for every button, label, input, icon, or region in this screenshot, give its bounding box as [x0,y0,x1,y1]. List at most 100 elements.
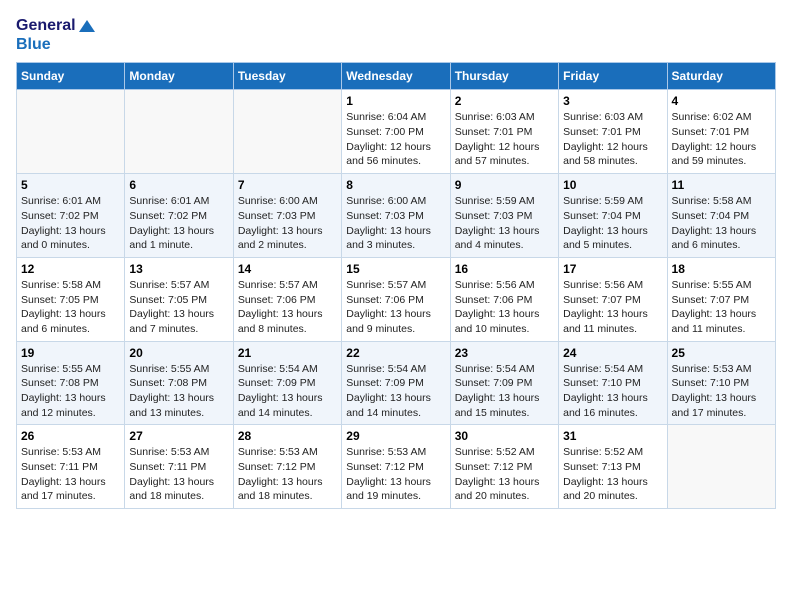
day-number: 1 [346,94,445,108]
day-info: Sunrise: 5:55 AM Sunset: 7:08 PM Dayligh… [21,362,120,421]
day-info: Sunrise: 5:55 AM Sunset: 7:08 PM Dayligh… [129,362,228,421]
day-info: Sunrise: 6:00 AM Sunset: 7:03 PM Dayligh… [238,194,337,253]
calendar-cell: 2 Sunrise: 6:03 AM Sunset: 7:01 PM Daylig… [450,90,558,174]
weekday-header-wednesday: Wednesday [342,63,450,90]
calendar-cell: 19 Sunrise: 5:55 AM Sunset: 7:08 PM Dayli… [17,341,125,425]
calendar-cell: 6Sunrise: 6:01 AM Sunset: 7:02 PM Daylig… [125,174,233,258]
day-number: 15 [346,262,445,276]
calendar-week-row: 1 Sunrise: 6:04 AM Sunset: 7:00 PM Daylig… [17,90,776,174]
calendar-cell: 24 Sunrise: 5:54 AM Sunset: 7:10 PM Dayli… [559,341,667,425]
weekday-header-monday: Monday [125,63,233,90]
calendar-cell: 17Sunrise: 5:56 AM Sunset: 7:07 PM Dayli… [559,257,667,341]
day-info: Sunrise: 5:57 AM Sunset: 7:06 PM Dayligh… [346,278,445,337]
day-info: Sunrise: 6:01 AM Sunset: 7:02 PM Dayligh… [129,194,228,253]
day-info: Sunrise: 5:59 AM Sunset: 7:04 PM Dayligh… [563,194,662,253]
calendar-cell: 22 Sunrise: 5:54 AM Sunset: 7:09 PM Dayli… [342,341,450,425]
day-info: Sunrise: 5:54 AM Sunset: 7:09 PM Dayligh… [346,362,445,421]
day-number: 22 [346,346,445,360]
calendar-cell: 31 Sunrise: 5:52 AM Sunset: 7:13 PM Dayli… [559,425,667,509]
day-info: Sunrise: 5:58 AM Sunset: 7:04 PM Dayligh… [672,194,771,253]
day-info: Sunrise: 5:52 AM Sunset: 7:12 PM Dayligh… [455,445,554,504]
day-info: Sunrise: 5:54 AM Sunset: 7:09 PM Dayligh… [238,362,337,421]
day-number: 19 [21,346,120,360]
calendar-week-row: 12 Sunrise: 5:58 AM Sunset: 7:05 PM Dayli… [17,257,776,341]
day-info: Sunrise: 5:54 AM Sunset: 7:10 PM Dayligh… [563,362,662,421]
calendar-cell: 7 Sunrise: 6:00 AM Sunset: 7:03 PM Daylig… [233,174,341,258]
calendar-cell: 18 Sunrise: 5:55 AM Sunset: 7:07 PM Dayli… [667,257,775,341]
calendar-cell [125,90,233,174]
day-info: Sunrise: 5:53 AM Sunset: 7:12 PM Dayligh… [238,445,337,504]
calendar-cell: 4 Sunrise: 6:02 AM Sunset: 7:01 PM Daylig… [667,90,775,174]
calendar-cell: 15 Sunrise: 5:57 AM Sunset: 7:06 PM Dayli… [342,257,450,341]
day-number: 28 [238,429,337,443]
day-number: 25 [672,346,771,360]
day-number: 29 [346,429,445,443]
calendar-cell: 12 Sunrise: 5:58 AM Sunset: 7:05 PM Dayli… [17,257,125,341]
weekday-header-thursday: Thursday [450,63,558,90]
day-info: Sunrise: 5:55 AM Sunset: 7:07 PM Dayligh… [672,278,771,337]
calendar-header-row: SundayMondayTuesdayWednesdayThursdayFrid… [17,63,776,90]
calendar-table: SundayMondayTuesdayWednesdayThursdayFrid… [16,62,776,509]
calendar-cell: 28 Sunrise: 5:53 AM Sunset: 7:12 PM Dayli… [233,425,341,509]
day-number: 10 [563,178,662,192]
page-header: General Blue [16,16,776,54]
day-number: 5 [21,178,120,192]
day-info: Sunrise: 5:57 AM Sunset: 7:05 PM Dayligh… [129,278,228,337]
day-info: Sunrise: 6:00 AM Sunset: 7:03 PM Dayligh… [346,194,445,253]
day-info: Sunrise: 5:59 AM Sunset: 7:03 PM Dayligh… [455,194,554,253]
day-number: 17 [563,262,662,276]
calendar-cell: 21 Sunrise: 5:54 AM Sunset: 7:09 PM Dayli… [233,341,341,425]
calendar-cell: 11 Sunrise: 5:58 AM Sunset: 7:04 PM Dayli… [667,174,775,258]
calendar-cell: 26Sunrise: 5:53 AM Sunset: 7:11 PM Dayli… [17,425,125,509]
calendar-cell [233,90,341,174]
day-number: 30 [455,429,554,443]
logo: General Blue [16,16,95,54]
day-info: Sunrise: 6:01 AM Sunset: 7:02 PM Dayligh… [21,194,120,253]
day-info: Sunrise: 5:53 AM Sunset: 7:12 PM Dayligh… [346,445,445,504]
day-number: 20 [129,346,228,360]
calendar-cell: 10 Sunrise: 5:59 AM Sunset: 7:04 PM Dayli… [559,174,667,258]
day-number: 18 [672,262,771,276]
calendar-cell: 29 Sunrise: 5:53 AM Sunset: 7:12 PM Dayli… [342,425,450,509]
day-info: Sunrise: 5:52 AM Sunset: 7:13 PM Dayligh… [563,445,662,504]
calendar-week-row: 26Sunrise: 5:53 AM Sunset: 7:11 PM Dayli… [17,425,776,509]
day-number: 23 [455,346,554,360]
calendar-cell: 13 Sunrise: 5:57 AM Sunset: 7:05 PM Dayli… [125,257,233,341]
day-info: Sunrise: 5:53 AM Sunset: 7:11 PM Dayligh… [21,445,120,504]
calendar-cell [17,90,125,174]
day-info: Sunrise: 6:04 AM Sunset: 7:00 PM Dayligh… [346,110,445,169]
day-number: 8 [346,178,445,192]
day-number: 27 [129,429,228,443]
calendar-week-row: 19 Sunrise: 5:55 AM Sunset: 7:08 PM Dayli… [17,341,776,425]
day-info: Sunrise: 5:53 AM Sunset: 7:10 PM Dayligh… [672,362,771,421]
day-info: Sunrise: 5:54 AM Sunset: 7:09 PM Dayligh… [455,362,554,421]
weekday-header-saturday: Saturday [667,63,775,90]
day-info: Sunrise: 6:02 AM Sunset: 7:01 PM Dayligh… [672,110,771,169]
day-info: Sunrise: 5:58 AM Sunset: 7:05 PM Dayligh… [21,278,120,337]
day-info: Sunrise: 5:56 AM Sunset: 7:06 PM Dayligh… [455,278,554,337]
calendar-cell: 25 Sunrise: 5:53 AM Sunset: 7:10 PM Dayli… [667,341,775,425]
day-number: 14 [238,262,337,276]
day-number: 7 [238,178,337,192]
calendar-cell: 9 Sunrise: 5:59 AM Sunset: 7:03 PM Daylig… [450,174,558,258]
calendar-cell: 16 Sunrise: 5:56 AM Sunset: 7:06 PM Dayli… [450,257,558,341]
calendar-cell: 14 Sunrise: 5:57 AM Sunset: 7:06 PM Dayli… [233,257,341,341]
calendar-cell: 20 Sunrise: 5:55 AM Sunset: 7:08 PM Dayli… [125,341,233,425]
weekday-header-sunday: Sunday [17,63,125,90]
day-number: 12 [21,262,120,276]
day-number: 21 [238,346,337,360]
day-number: 9 [455,178,554,192]
day-number: 2 [455,94,554,108]
day-number: 31 [563,429,662,443]
day-number: 11 [672,178,771,192]
day-number: 16 [455,262,554,276]
calendar-cell [667,425,775,509]
day-info: Sunrise: 5:57 AM Sunset: 7:06 PM Dayligh… [238,278,337,337]
day-number: 4 [672,94,771,108]
weekday-header-friday: Friday [559,63,667,90]
day-number: 13 [129,262,228,276]
calendar-cell: 23 Sunrise: 5:54 AM Sunset: 7:09 PM Dayli… [450,341,558,425]
calendar-cell: 5 Sunrise: 6:01 AM Sunset: 7:02 PM Daylig… [17,174,125,258]
day-info: Sunrise: 6:03 AM Sunset: 7:01 PM Dayligh… [455,110,554,169]
day-number: 24 [563,346,662,360]
